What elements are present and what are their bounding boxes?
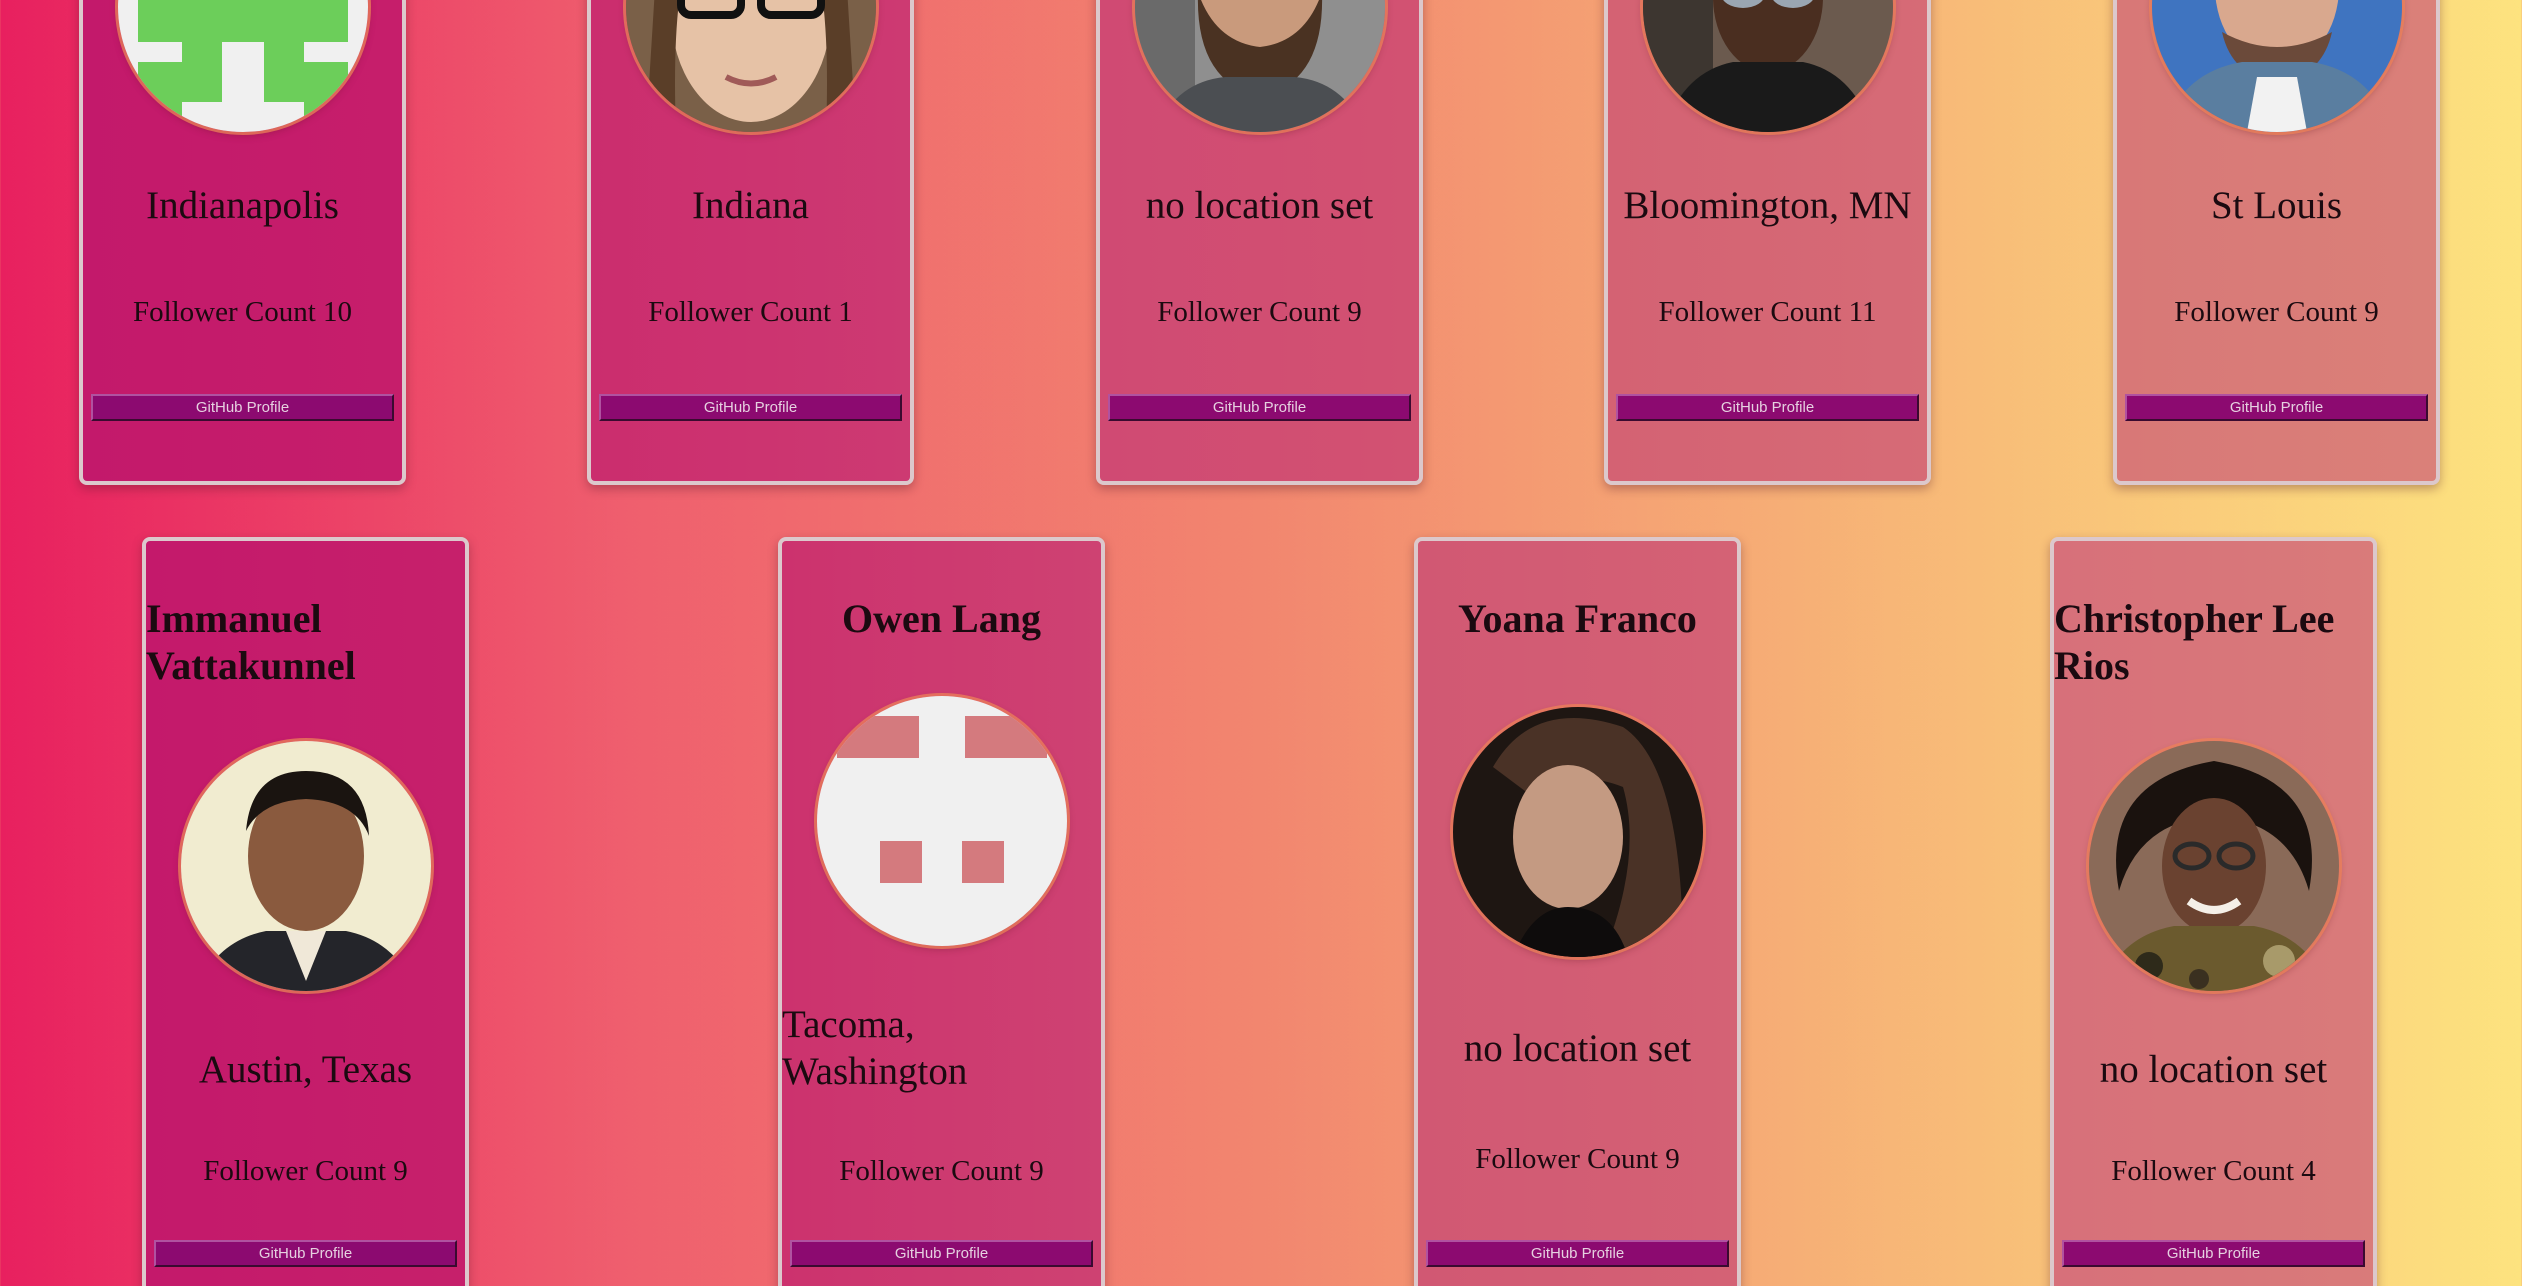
github-profile-button[interactable]: GitHub Profile xyxy=(1616,394,1919,421)
github-profile-button[interactable]: GitHub Profile xyxy=(2125,394,2428,421)
user-card: Owen Lang Tacoma, Washington Follower Co… xyxy=(778,537,1105,1286)
user-card: no location set Follower Count 9 GitHub … xyxy=(1096,0,1423,485)
github-profile-button[interactable]: GitHub Profile xyxy=(599,394,902,421)
user-location: St Louis xyxy=(2210,184,2343,227)
avatar-identicon xyxy=(117,0,368,132)
user-location: Indianapolis xyxy=(146,184,339,227)
follower-count: Follower Count 9 xyxy=(203,1155,408,1187)
identicon-pink-image xyxy=(816,696,1067,946)
follower-count: Follower Count 11 xyxy=(1658,296,1877,328)
avatar-photo xyxy=(180,741,431,991)
github-profile-button[interactable]: GitHub Profile xyxy=(2062,1240,2365,1267)
user-photo-man-beanie xyxy=(2151,0,2402,132)
user-card: Bloomington, MN Follower Count 11 GitHub… xyxy=(1604,0,1931,485)
github-profile-button[interactable]: GitHub Profile xyxy=(1426,1240,1729,1267)
user-name: Owen Lang xyxy=(842,596,1041,641)
user-card: Yoana Franco no location set Follower Co… xyxy=(1414,537,1741,1286)
avatar-photo xyxy=(1134,0,1385,132)
user-photo-man-sunglasses xyxy=(1642,0,1893,132)
user-location: no location set xyxy=(1463,1027,1692,1070)
user-card: Indianapolis Follower Count 10 GitHub Pr… xyxy=(79,0,406,485)
user-name: Christopher Lee Rios xyxy=(2054,596,2335,688)
avatar-photo xyxy=(625,0,876,132)
user-card: St Louis Follower Count 9 GitHub Profile xyxy=(2113,0,2440,485)
github-profile-button[interactable]: GitHub Profile xyxy=(91,394,394,421)
avatar-photo xyxy=(1452,707,1703,957)
follower-count: Follower Count 4 xyxy=(2111,1155,2316,1187)
user-location: no location set xyxy=(2099,1048,2328,1091)
user-photo-man-camo xyxy=(2088,741,2339,991)
follower-count: Follower Count 9 xyxy=(1157,296,1362,328)
user-location: Bloomington, MN xyxy=(1623,184,1912,227)
user-name: Immanuel Vattakunnel xyxy=(146,596,356,688)
user-location: no location set xyxy=(1145,184,1374,227)
follower-count: Follower Count 9 xyxy=(1475,1143,1680,1175)
github-profile-button[interactable]: GitHub Profile xyxy=(1108,394,1411,421)
user-photo-woman-dark xyxy=(1452,707,1703,957)
follower-count: Follower Count 10 xyxy=(132,296,353,328)
user-location: Tacoma, Washington xyxy=(782,1003,968,1093)
identicon-green-image xyxy=(117,0,368,132)
github-profile-button[interactable]: GitHub Profile xyxy=(154,1240,457,1267)
avatar-photo xyxy=(1642,0,1893,132)
avatar-identicon xyxy=(816,696,1067,946)
user-photo-bearded-man xyxy=(1134,0,1385,132)
avatar-photo xyxy=(2151,0,2402,132)
follower-count: Follower Count 9 xyxy=(839,1155,1044,1187)
follower-count: Follower Count 9 xyxy=(2174,296,2379,328)
user-card: Immanuel Vattakunnel Austin, Texas Follo… xyxy=(142,537,469,1286)
user-card: Christopher Lee Rios no location set Fol… xyxy=(2050,537,2377,1286)
user-name: Yoana Franco xyxy=(1458,596,1697,641)
follower-count: Follower Count 1 xyxy=(648,296,853,328)
github-profile-button[interactable]: GitHub Profile xyxy=(790,1240,1093,1267)
user-card: Indiana Follower Count 1 GitHub Profile xyxy=(587,0,914,485)
avatar-photo xyxy=(2088,741,2339,991)
user-location: Austin, Texas xyxy=(198,1048,413,1091)
user-photo-woman-glasses xyxy=(625,0,876,132)
user-location: Indiana xyxy=(692,184,809,227)
user-photo-man-suit xyxy=(180,741,431,991)
